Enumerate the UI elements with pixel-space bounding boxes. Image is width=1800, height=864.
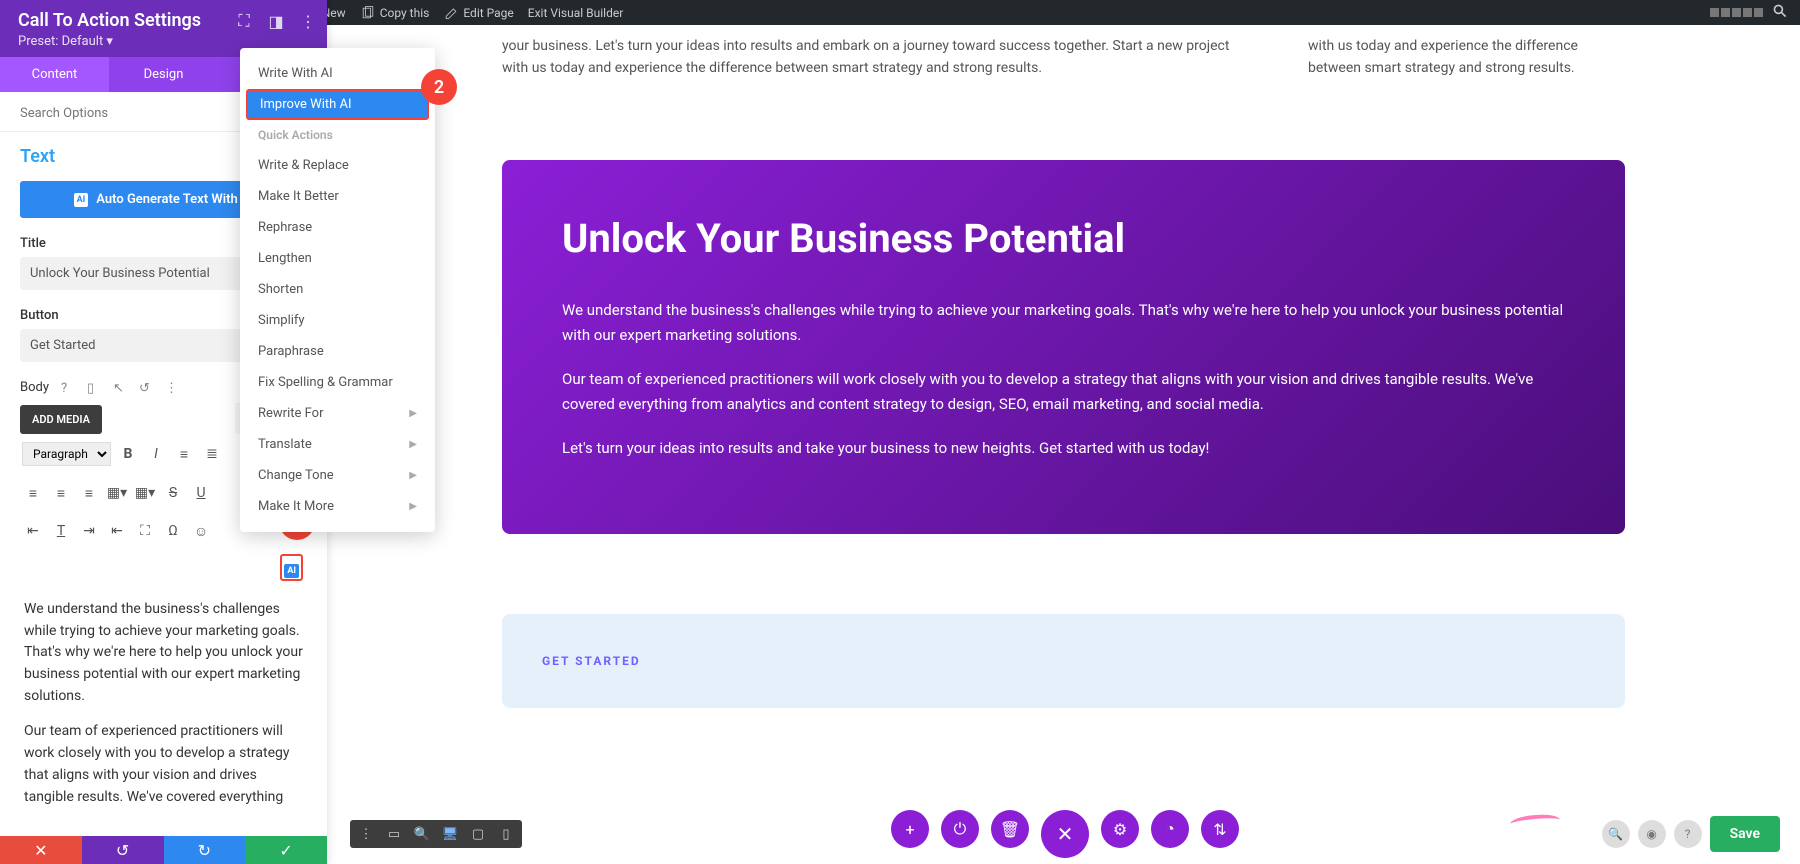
get-started-section[interactable]: GET STARTED <box>502 614 1625 708</box>
tab-content[interactable]: Content <box>0 57 109 92</box>
copy-button[interactable]: Copy this <box>360 5 430 21</box>
find-icon[interactable]: 🔍 <box>1602 820 1630 848</box>
undo-button[interactable]: ↺ <box>82 836 164 864</box>
menu-rephrase[interactable]: Rephrase <box>240 212 435 243</box>
builder-bottom-bar: ⋮ ▭ 🔍 🖥 ▢ ▯ + ⏻ 🗑 ✕ ⚙ ◔ ⇅ 🔍 ◉ ? Save <box>350 816 1780 852</box>
align-left-icon[interactable]: ≡ <box>22 482 44 504</box>
cta-heading: Unlock Your Business Potential <box>562 215 1565 262</box>
menu-write-replace[interactable]: Write & Replace <box>240 150 435 181</box>
tab-design[interactable]: Design <box>109 57 218 92</box>
add-media-button[interactable]: ADD MEDIA <box>20 405 102 434</box>
table-icon[interactable]: ▦▾ <box>134 482 156 504</box>
power-button[interactable]: ⏻ <box>941 810 979 848</box>
trash-button[interactable]: 🗑 <box>991 810 1029 848</box>
menu-paraphrase[interactable]: Paraphrase <box>240 336 435 367</box>
help-icon[interactable]: ? <box>1674 820 1702 848</box>
ai-toolbar-button[interactable]: AI <box>280 554 303 581</box>
help-icon[interactable]: ? <box>61 381 75 395</box>
cta-paragraph: Our team of experienced practitioners wi… <box>562 367 1565 418</box>
view-controls: ⋮ ▭ 🔍 🖥 ▢ ▯ <box>350 820 522 848</box>
omega-icon[interactable]: Ω <box>162 520 184 542</box>
settings-button[interactable]: ⚙ <box>1101 810 1139 848</box>
more-icon[interactable]: ⋮ <box>165 381 179 395</box>
outdent-icon[interactable]: ⇤ <box>22 520 44 542</box>
dock-icon[interactable]: ◨ <box>267 12 285 30</box>
close-builder-button[interactable]: ✕ <box>1041 810 1089 858</box>
menu-simplify[interactable]: Simplify <box>240 305 435 336</box>
chevron-right-icon: ▶ <box>409 501 417 512</box>
add-button[interactable]: + <box>891 810 929 848</box>
underline-icon[interactable]: U <box>190 482 212 504</box>
exit-vb-button[interactable]: Exit Visual Builder <box>528 6 624 20</box>
undo-icon[interactable]: ↺ <box>139 381 153 395</box>
cursor-icon[interactable]: ↖ <box>113 381 127 395</box>
strike-icon[interactable]: S <box>162 482 184 504</box>
edit-page-button[interactable]: Edit Page <box>443 5 513 21</box>
menu-make-it-more[interactable]: Make It More▶ <box>240 491 435 522</box>
search-icon[interactable] <box>1772 3 1792 22</box>
cta-module[interactable]: Unlock Your Business Potential We unders… <box>502 160 1625 535</box>
fullscreen-icon[interactable]: ⛶ <box>134 520 156 542</box>
more-icon[interactable]: ⋮ <box>299 12 317 30</box>
bullet-list-icon[interactable]: ≡ <box>173 443 195 465</box>
expand-icon[interactable]: ⛶ <box>235 12 253 30</box>
paragraph-select[interactable]: Paragraph <box>22 442 111 466</box>
phone-icon[interactable]: ▯ <box>498 826 514 842</box>
menu-fix-spelling[interactable]: Fix Spelling & Grammar <box>240 367 435 398</box>
sort-button[interactable]: ⇅ <box>1201 810 1239 848</box>
cta-paragraph: We understand the business's challenges … <box>562 298 1565 349</box>
chevron-right-icon: ▶ <box>409 439 417 450</box>
menu-improve-with-ai[interactable]: Improve With AI <box>246 89 429 120</box>
menu-shorten[interactable]: Shorten <box>240 274 435 305</box>
panel-footer: ✕ ↺ ↻ ✓ <box>0 836 327 864</box>
preview-text-left: your business. Let's turn your ideas int… <box>502 35 1248 80</box>
clear-icon[interactable]: T <box>50 520 72 542</box>
more-icon[interactable]: ⋮ <box>358 826 374 842</box>
page-preview: your business. Let's turn your ideas int… <box>327 25 1800 864</box>
body-label: Body <box>20 380 49 395</box>
color-icon[interactable]: ▦▾ <box>106 482 128 504</box>
menu-translate[interactable]: Translate▶ <box>240 429 435 460</box>
menu-rewrite-for[interactable]: Rewrite For▶ <box>240 398 435 429</box>
menu-make-better[interactable]: Make It Better <box>240 181 435 212</box>
align-center-icon[interactable]: ≡ <box>50 482 72 504</box>
align-right-icon[interactable]: ≡ <box>78 482 100 504</box>
wireframe-icon[interactable]: ▭ <box>386 826 402 842</box>
ai-context-menu: Write With AI Improve With AI 2 Quick Ac… <box>240 48 435 532</box>
body-editor[interactable]: We understand the business's challenges … <box>20 591 307 830</box>
mobile-icon[interactable]: ▯ <box>87 381 101 395</box>
desktop-icon[interactable]: 🖥 <box>442 826 458 842</box>
cancel-button[interactable]: ✕ <box>0 836 82 864</box>
bold-icon[interactable]: B <box>117 443 139 465</box>
zoom-icon[interactable]: 🔍 <box>414 826 430 842</box>
indent-right-icon[interactable]: ⇤ <box>106 520 128 542</box>
indent-left-icon[interactable]: ⇥ <box>78 520 100 542</box>
save-button[interactable]: ✓ <box>245 836 327 864</box>
user-avatar[interactable] <box>1709 7 1764 18</box>
menu-change-tone[interactable]: Change Tone▶ <box>240 460 435 491</box>
preset-selector[interactable]: Preset: Default ▾ <box>18 34 309 49</box>
chevron-right-icon: ▶ <box>409 470 417 481</box>
save-page-button[interactable]: Save <box>1710 816 1780 852</box>
layers-icon[interactable]: ◉ <box>1638 820 1666 848</box>
number-list-icon[interactable]: ≣ <box>201 443 223 465</box>
history-button[interactable]: ◔ <box>1151 810 1189 848</box>
redo-button[interactable]: ↻ <box>164 836 246 864</box>
menu-quick-actions-header: Quick Actions <box>240 120 435 150</box>
preview-text-right: with us today and experience the differe… <box>1308 35 1625 80</box>
italic-icon[interactable]: I <box>145 443 167 465</box>
menu-write-with-ai[interactable]: Write With AI <box>240 58 435 89</box>
tablet-icon[interactable]: ▢ <box>470 826 486 842</box>
annotation-marker-2: 2 <box>421 69 457 105</box>
cta-paragraph: Let's turn your ideas into results and t… <box>562 436 1565 462</box>
chevron-right-icon: ▶ <box>409 408 417 419</box>
menu-lengthen[interactable]: Lengthen <box>240 243 435 274</box>
emoji-icon[interactable]: ☺ <box>190 520 212 542</box>
